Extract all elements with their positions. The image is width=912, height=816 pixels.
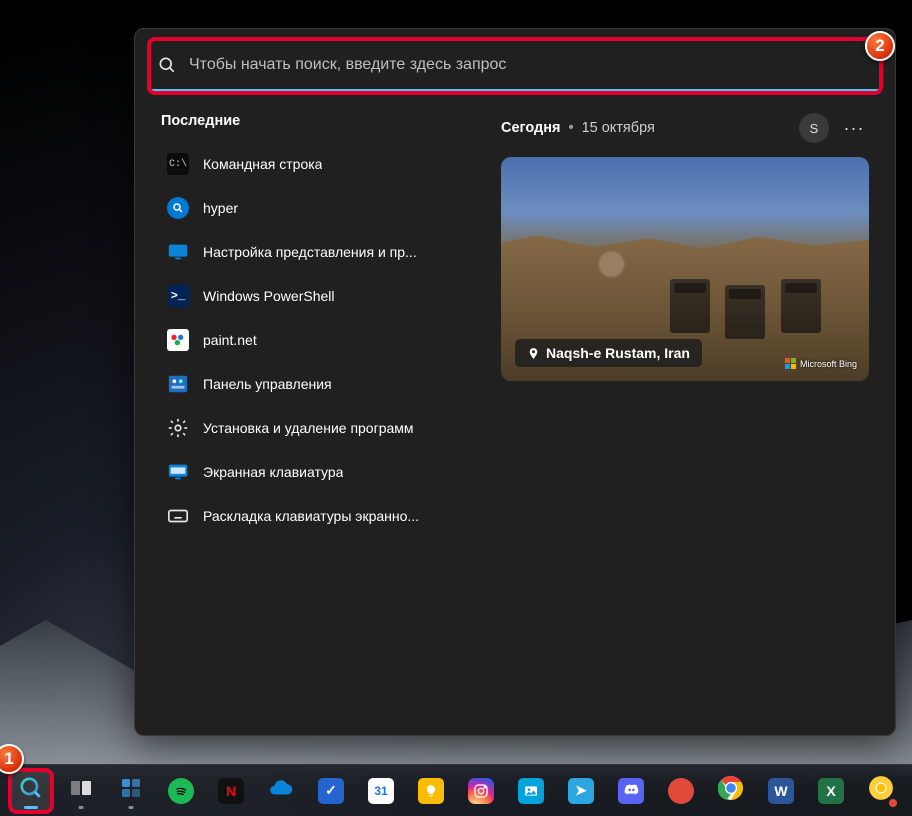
taskbar-widgets-button[interactable] — [110, 770, 152, 812]
recent-item[interactable]: Настройка представления и пр... — [161, 231, 471, 273]
taskbar-instagram-button[interactable] — [460, 770, 502, 812]
recent-item-label: hyper — [203, 200, 238, 216]
taskbar-todo-button[interactable]: ✓ — [310, 770, 352, 812]
search-icon — [167, 197, 189, 219]
separator-dot: • — [568, 120, 573, 136]
osk-icon — [167, 461, 189, 483]
cmd-icon: C:\ — [167, 153, 189, 175]
search-flyout: 2 Последние C:\ Командная строка hyper Наст… — [134, 28, 896, 736]
taskbar-word-button[interactable]: W — [760, 770, 802, 812]
taskbar-chrome-canary-button[interactable] — [860, 770, 902, 812]
taskbar-telegram-button[interactable]: ➤ — [560, 770, 602, 812]
taskbar-calendar-button[interactable]: 31 — [360, 770, 402, 812]
recent-item[interactable]: paint.net — [161, 319, 471, 361]
recent-item[interactable]: >_ Windows PowerShell — [161, 275, 471, 317]
recent-item[interactable]: Установка и удаление программ — [161, 407, 471, 449]
recent-item-label: Установка и удаление программ — [203, 420, 414, 436]
taskbar-excel-button[interactable]: X — [810, 770, 852, 812]
display-settings-icon — [167, 241, 189, 263]
recent-section: Последние C:\ Командная строка hyper Настро… — [161, 113, 471, 537]
control-panel-icon — [167, 373, 189, 395]
taskbar-task-view-button[interactable] — [60, 770, 102, 812]
user-avatar[interactable]: S — [799, 113, 829, 143]
recent-item[interactable]: C:\ Командная строка — [161, 143, 471, 185]
search-input[interactable] — [177, 41, 873, 89]
recent-item-label: Раскладка клавиатуры экранно... — [203, 508, 419, 524]
taskbar-search-button[interactable]: 1 — [10, 770, 52, 812]
recent-item-label: Панель управления — [203, 376, 332, 392]
recent-item[interactable]: Раскладка клавиатуры экранно... — [161, 495, 471, 537]
taskbar-chrome-button[interactable] — [710, 770, 752, 812]
apps-settings-icon — [167, 417, 189, 439]
bing-caption-text: Naqsh-e Rustam, Iran — [546, 345, 690, 361]
location-pin-icon — [527, 347, 540, 360]
powershell-icon: >_ — [167, 285, 189, 307]
taskbar-start-button[interactable] — [0, 770, 2, 812]
today-label: Сегодня — [501, 120, 560, 136]
taskbar: 1 N ✓31 ➤ WX — [0, 764, 912, 816]
recent-item[interactable]: Панель управления — [161, 363, 471, 405]
taskbar-onedrive-button[interactable] — [260, 770, 302, 812]
today-section: Сегодня • 15 октября S ··· Naqsh-e Rus — [501, 113, 869, 537]
search-field-container: 2 — [151, 41, 879, 91]
today-date: 15 октября — [582, 120, 655, 136]
bing-image-card[interactable]: Naqsh-e Rustam, Iran Microsoft Bing — [501, 157, 869, 381]
taskbar-spotify-button[interactable] — [160, 770, 202, 812]
bing-logo-text: Microsoft Bing — [800, 359, 857, 369]
taskbar-keep-button[interactable] — [410, 770, 452, 812]
search-field[interactable] — [151, 41, 879, 91]
recent-item-label: Windows PowerShell — [203, 288, 335, 304]
bing-image-caption: Naqsh-e Rustam, Iran — [515, 339, 702, 367]
search-icon — [157, 55, 177, 75]
recent-item-label: Экранная клавиатура — [203, 464, 343, 480]
recent-item-label: paint.net — [203, 332, 257, 348]
recent-item[interactable]: hyper — [161, 187, 471, 229]
recent-item-label: Настройка представления и пр... — [203, 244, 417, 260]
paintnet-icon — [167, 329, 189, 351]
recent-item[interactable]: Экранная клавиатура — [161, 451, 471, 493]
taskbar-app-red-button[interactable] — [660, 770, 702, 812]
taskbar-photos-button[interactable] — [510, 770, 552, 812]
recent-item-label: Командная строка — [203, 156, 322, 172]
more-options-button[interactable]: ··· — [839, 113, 869, 143]
keyboard-layout-icon — [167, 505, 189, 527]
taskbar-discord-button[interactable] — [610, 770, 652, 812]
annotation-highlight-taskbar-search — [8, 768, 54, 814]
bing-logo: Microsoft Bing — [785, 358, 857, 369]
taskbar-netflix-button[interactable]: N — [210, 770, 252, 812]
recent-title: Последние — [161, 113, 471, 129]
annotation-callout-2: 2 — [865, 31, 895, 61]
